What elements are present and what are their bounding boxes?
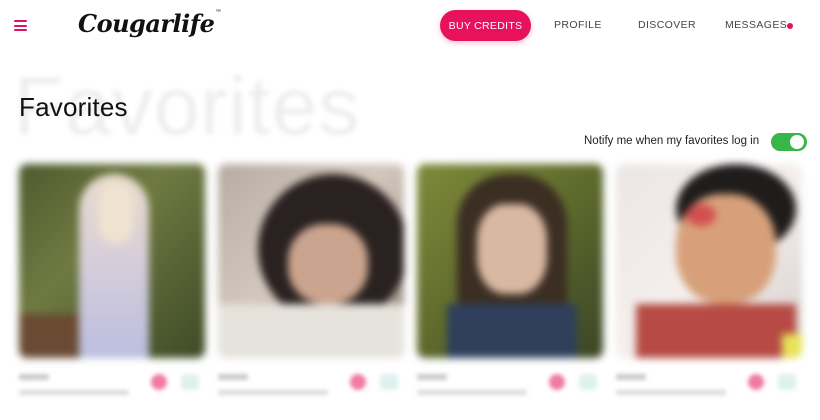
profile-photo[interactable] [417,164,603,358]
chat-icon[interactable] [579,374,597,390]
favorite-card[interactable] [417,164,603,395]
card-meta [417,370,603,404]
card-meta [19,370,205,404]
heart-icon[interactable] [350,374,366,390]
unread-messages-dot [787,23,793,29]
heart-icon[interactable] [549,374,565,390]
member-details-redacted [616,390,726,395]
chat-icon[interactable] [380,374,398,390]
notify-favorites-label: Notify me when my favorites log in [584,135,760,147]
card-meta [218,370,404,404]
top-nav-bar: Cougarlife™ BUY CREDITS PROFILE DISCOVER… [0,0,820,52]
member-details-redacted [218,390,328,395]
profile-photo[interactable] [218,164,404,358]
heart-icon[interactable] [151,374,167,390]
buy-credits-button[interactable]: BUY CREDITS [440,10,531,41]
cougarlife-logo[interactable]: Cougarlife™ [78,9,221,38]
card-meta [616,370,802,404]
toggle-knob [790,135,804,149]
favorite-card[interactable] [218,164,404,395]
heart-icon[interactable] [748,374,764,390]
favorite-card[interactable] [19,164,205,395]
nav-messages-link[interactable]: MESSAGES [725,19,787,31]
menu-icon[interactable] [14,20,27,31]
logo-trademark: ™ [215,9,221,16]
member-name-redacted [417,374,447,380]
member-details-redacted [417,390,527,395]
chat-icon[interactable] [778,374,796,390]
member-details-redacted [19,390,129,395]
profile-photo[interactable] [19,164,205,358]
page-title: Favorites [19,92,128,122]
member-name-redacted [616,374,646,380]
favorite-card[interactable] [616,164,802,395]
nav-discover-link[interactable]: DISCOVER [638,19,696,31]
member-name-redacted [218,374,248,380]
notify-favorites-toggle[interactable] [771,133,807,151]
profile-photo[interactable] [616,164,802,358]
logo-text: Cougarlife [78,9,215,38]
member-name-redacted [19,374,49,380]
chat-icon[interactable] [181,374,199,390]
nav-profile-link[interactable]: PROFILE [554,19,602,31]
